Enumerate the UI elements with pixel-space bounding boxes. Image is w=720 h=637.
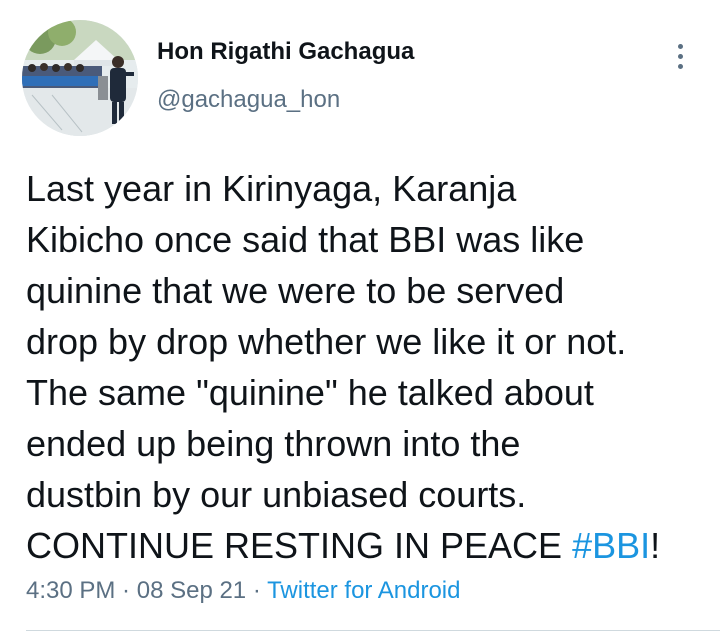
meta-separator: · [246, 577, 268, 604]
tweet-line: quinine that we were to be served [26, 270, 565, 311]
avatar[interactable] [22, 20, 138, 136]
tweet-last-line: CONTINUE RESTING IN PEACE #BBI! [26, 520, 710, 571]
menu-dot [677, 43, 683, 49]
tweet-line-text: CONTINUE RESTING IN PEACE [26, 525, 573, 566]
tweet-line: Last year in Kirinyaga, Karanja [26, 168, 517, 209]
tweet-text: Last year in Kirinyaga, Karanja Kibicho … [26, 163, 710, 571]
tweet-line: dustbin by our unbiased courts. [26, 474, 527, 515]
divider [26, 630, 720, 631]
tweet-source-link[interactable]: Twitter for Android [267, 577, 460, 604]
tweet-meta: 4:30 PM · 08 Sep 21 · Twitter for Androi… [26, 577, 460, 605]
tweet-card: Hon Rigathi Gachagua @gachagua_hon Last … [0, 0, 720, 637]
tweet-line: ended up being thrown into the [26, 423, 521, 464]
menu-dot [677, 53, 683, 59]
tweet-line: The same "quinine" he talked about [26, 372, 594, 413]
author-handle[interactable]: @gachagua_hon [157, 86, 340, 114]
hashtag-link[interactable]: #BBI [572, 525, 650, 566]
tweet-line: drop by drop whether we like it or not. [26, 321, 627, 362]
tweet-line-end: ! [650, 525, 661, 566]
tweet-line: Kibicho once said that BBI was like [26, 219, 585, 260]
meta-separator: · [115, 577, 137, 604]
avatar-photo-icon [22, 20, 138, 136]
tweet-time: 4:30 PM [26, 577, 116, 604]
tweet-date: 08 Sep 21 [136, 577, 247, 604]
author-display-name[interactable]: Hon Rigathi Gachagua [157, 38, 414, 66]
more-vertical-icon[interactable] [664, 36, 696, 76]
menu-dot [677, 63, 683, 69]
